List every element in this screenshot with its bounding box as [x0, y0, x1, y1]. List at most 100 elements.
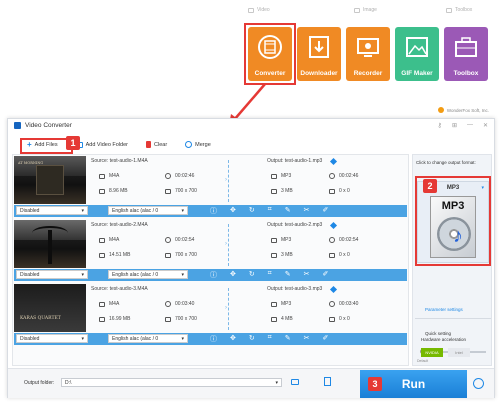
- watermark-icon[interactable]: ✎: [285, 206, 291, 216]
- chevron-down-icon: ▾: [181, 207, 184, 214]
- subtitle-dropdown[interactable]: Disabled ▾: [16, 270, 88, 279]
- parameter-settings-button[interactable]: Parameter settings: [425, 307, 463, 312]
- output-name: Output: test-audio-2.mp3: [267, 222, 323, 228]
- merge-button[interactable]: Merge: [185, 141, 211, 148]
- trim-icon[interactable]: ✂: [304, 334, 310, 344]
- edit-icon[interactable]: ✐: [322, 270, 328, 280]
- edit-icon[interactable]: ✐: [322, 334, 328, 344]
- clock-icon: [165, 301, 171, 307]
- watermark-icon[interactable]: ✎: [285, 270, 291, 280]
- output-format-panel: Click to change output format: MP3 ▾ MP3…: [412, 154, 492, 366]
- cover-thumbnail: [14, 220, 86, 268]
- clock-icon: [165, 173, 171, 179]
- chevron-down-icon: ▾: [81, 271, 84, 278]
- resolution-icon: [329, 316, 335, 322]
- crop-icon[interactable]: ⌗: [268, 334, 272, 344]
- tool-toolbox[interactable]: Toolbox: [444, 27, 488, 81]
- list-item[interactable]: AT MORNING Source: test-audio-1.M4A M4A …: [13, 155, 408, 219]
- hardware-acceleration-toggle[interactable]: Hardware acceleration: [421, 337, 466, 342]
- watermark-icon[interactable]: ✎: [285, 334, 291, 344]
- item-options-bar: Disabled ▾ English alac (alac / 0 ▾ ⓘ ✥ ↻ ⌗ ✎ ✂…: [14, 269, 407, 281]
- edit-name-icon[interactable]: [329, 157, 338, 166]
- source-name: Source: test-audio-1.M4A: [91, 158, 148, 164]
- list-item[interactable]: KARAS QUARTET Source: test-audio-3.M4A M…: [13, 283, 408, 347]
- step-badge-2: 2: [423, 179, 437, 193]
- size-icon: [99, 252, 105, 258]
- format-icon: [271, 301, 277, 307]
- image-icon: [406, 37, 428, 57]
- list-item[interactable]: Source: test-audio-2.M4A M4A 00:02:54 14…: [13, 219, 408, 283]
- resolution-icon: [165, 316, 171, 322]
- rotate-icon[interactable]: ↻: [249, 206, 255, 216]
- subtitle-dropdown[interactable]: Disabled ▾: [16, 334, 88, 343]
- resolution-icon: [329, 252, 335, 258]
- add-folder-button[interactable]: Add Video Folder: [75, 141, 128, 148]
- source-name: Source: test-audio-3.M4A: [91, 286, 148, 292]
- bottom-bar: Output folder: D:\ ▾ Run 3: [8, 368, 494, 398]
- open-folder-icon[interactable]: [291, 379, 299, 385]
- item-options-bar: Disabled ▾ English alac (alac / 0 ▾ ⓘ ✥ ↻ ⌗ ✎ ✂…: [14, 333, 407, 345]
- crop-icon[interactable]: ⌗: [268, 206, 272, 216]
- info-icon[interactable]: ⓘ: [210, 270, 217, 280]
- crop-icon[interactable]: ⌗: [268, 270, 272, 280]
- arrow-right-icon: ›: [225, 305, 227, 311]
- trim-icon[interactable]: ✂: [304, 206, 310, 216]
- close-icon[interactable]: ✕: [483, 122, 488, 129]
- output-folder-field[interactable]: D:\ ▾: [61, 378, 282, 387]
- format-icon: [99, 173, 105, 179]
- trim-icon[interactable]: ✂: [304, 270, 310, 280]
- audio-track-dropdown[interactable]: English alac (alac / 0 ▾: [108, 270, 188, 279]
- convert-divider: [228, 288, 229, 330]
- output-name: Output: test-audio-3.mp3: [267, 286, 323, 292]
- step-badge-3: 3: [368, 377, 382, 391]
- info-icon[interactable]: ⓘ: [210, 334, 217, 344]
- intel-badge: Intel: [448, 348, 470, 357]
- audio-track-dropdown[interactable]: English alac (alac / 0 ▾: [108, 334, 188, 343]
- cart-icon[interactable]: ⊞: [452, 122, 457, 129]
- format-icon: [99, 301, 105, 307]
- arrow-right-icon: ›: [225, 241, 227, 247]
- size-icon: [99, 316, 105, 322]
- output-name: Output: test-audio-1.mp3: [267, 158, 323, 164]
- size-icon: [271, 188, 277, 194]
- edit-name-icon[interactable]: [329, 221, 338, 230]
- clock-icon: [165, 237, 171, 243]
- image-category-icon: [354, 7, 360, 13]
- size-icon: [271, 316, 277, 322]
- edit-name-icon[interactable]: [329, 285, 338, 294]
- quick-setting-label: Quick setting: [425, 331, 452, 336]
- format-panel-header: Click to change output format:: [416, 160, 476, 165]
- effects-icon[interactable]: ✥: [230, 206, 236, 216]
- audio-track-dropdown[interactable]: English alac (alac / 0 ▾: [108, 206, 188, 215]
- alarm-clock-icon[interactable]: [473, 378, 484, 389]
- clock-icon: [329, 301, 335, 307]
- edit-icon[interactable]: ✐: [322, 206, 328, 216]
- video-converter-window: Video Converter ⚷ ⊞ — ✕ + Add Files Add V…: [7, 118, 495, 398]
- key-icon[interactable]: ⚷: [438, 122, 442, 129]
- category-toolbox: Toolbox: [446, 7, 472, 13]
- category-video: Video: [248, 7, 270, 13]
- format-icon: [271, 237, 277, 243]
- screen-record-icon: [357, 38, 379, 57]
- tool-gif-maker[interactable]: GIF Maker: [395, 27, 439, 81]
- rotate-icon[interactable]: ↻: [249, 270, 255, 280]
- effects-icon[interactable]: ✥: [230, 334, 236, 344]
- export-list-icon[interactable]: [324, 377, 331, 386]
- source-name: Source: test-audio-2.M4A: [91, 222, 148, 228]
- toolbox-category-icon: [446, 7, 452, 13]
- window-titlebar: Video Converter ⚷ ⊞ — ✕: [8, 119, 494, 132]
- resolution-icon: [329, 188, 335, 194]
- effects-icon[interactable]: ✥: [230, 270, 236, 280]
- tool-recorder[interactable]: Recorder: [346, 27, 390, 81]
- info-icon[interactable]: ⓘ: [210, 206, 217, 216]
- chevron-down-icon: ▾: [275, 380, 278, 386]
- nvidia-badge: NVIDIA: [421, 348, 443, 357]
- minimize-icon[interactable]: —: [467, 122, 473, 129]
- cover-thumbnail: AT MORNING: [14, 156, 86, 204]
- merge-icon: [185, 141, 193, 148]
- rotate-icon[interactable]: ↻: [249, 334, 255, 344]
- subtitle-dropdown[interactable]: Disabled ▾: [16, 206, 88, 215]
- clear-button[interactable]: Clear: [146, 141, 167, 148]
- convert-divider: [228, 160, 229, 202]
- tool-downloader[interactable]: Downloader: [297, 27, 341, 81]
